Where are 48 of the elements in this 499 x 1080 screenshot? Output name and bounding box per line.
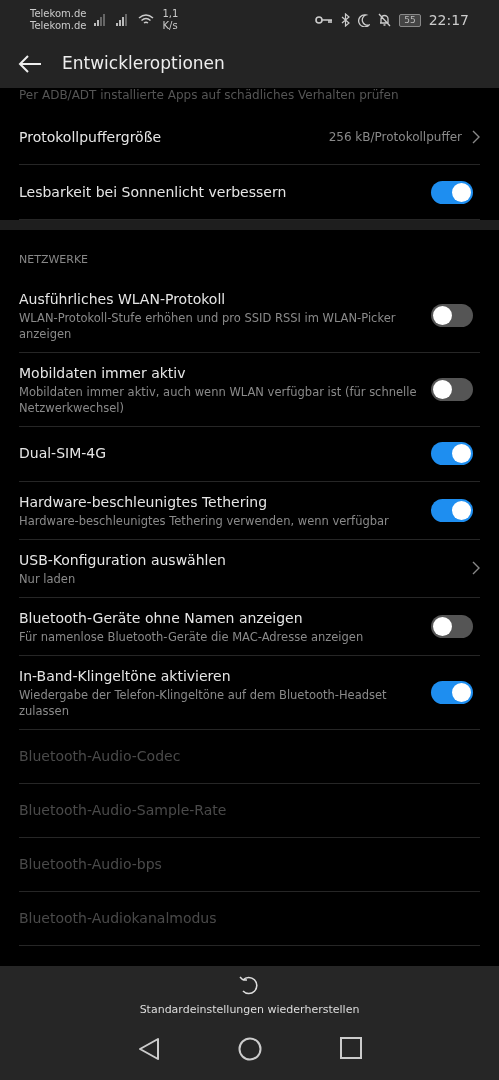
speed-label: K/s xyxy=(162,20,179,32)
setting-title: Bluetooth-Audiokanalmodus xyxy=(19,908,218,928)
toggle-switch[interactable] xyxy=(431,442,473,465)
setting-title: Bluetooth-Audio-Codec xyxy=(19,746,182,766)
key-icon xyxy=(315,15,334,25)
wifi-icon xyxy=(138,14,155,26)
setting-title[interactable]: Bluetooth-Geräte ohne Namen anzeigen xyxy=(19,607,421,629)
page-title: Entwickleroptionen xyxy=(62,52,225,76)
setting-value: 256 kB/Protokollpuffer xyxy=(328,129,462,146)
bell-muted-icon xyxy=(378,13,392,27)
toggle-switch[interactable] xyxy=(431,377,473,401)
setting-title[interactable]: Lesbarkeit bei Sonnenlicht verbessern xyxy=(19,181,421,203)
reset-label[interactable]: Standardeinstellungen wiederherstellen xyxy=(139,1002,360,1019)
toggle-switch[interactable] xyxy=(431,180,473,204)
back-icon[interactable] xyxy=(18,54,42,74)
clock-label: 22:17 xyxy=(428,10,469,30)
setting-subtitle: Nur laden xyxy=(19,570,77,587)
setting-subtitle: WLAN-Protokoll-Stufe erhöhen und pro SSID RSSI im WLAN-Picker anzeigen xyxy=(19,309,397,342)
bluetooth-icon xyxy=(341,13,351,27)
setting-title[interactable]: Ausführliches WLAN-Protokoll xyxy=(19,288,421,310)
setting-subtitle: Wiedergabe der Telefon-Klingeltöne auf dem Bluetooth-Headset zulassen xyxy=(19,686,388,719)
setting-title: Bluetooth-Audio-Sample-Rate xyxy=(19,800,228,820)
toggle-switch[interactable] xyxy=(431,303,473,327)
setting-title[interactable]: USB-Konfiguration auswählen xyxy=(19,549,462,571)
setting-title[interactable]: Hardware-beschleunigtes Tethering xyxy=(19,491,421,513)
toggle-switch[interactable] xyxy=(431,498,473,522)
carrier-label: Telekom.de xyxy=(30,8,87,20)
setting-title[interactable]: Dual-SIM-4G xyxy=(19,443,421,464)
section-heading: NETZWERKE xyxy=(18,252,90,268)
battery-icon: 55 xyxy=(399,13,421,27)
setting-subtitle: Hardware-beschleunigtes Tethering verwenden, wenn verfügbar xyxy=(19,512,390,529)
setting-subtitle: Für namenlose Bluetooth-Geräte die MAC-Adresse anzeigen xyxy=(19,628,365,645)
setting-title[interactable]: Protokollpuffergröße xyxy=(19,126,319,148)
moon-icon xyxy=(358,13,371,27)
setting-subtitle: Per ADB/ADT installierte Apps auf schädliches Verhalten prüfen xyxy=(19,88,399,102)
setting-title: Bluetooth-Audio-bps xyxy=(19,854,163,874)
setting-title[interactable]: Mobildaten immer aktiv xyxy=(19,362,421,384)
chevron-right-icon xyxy=(472,561,480,575)
toggle-switch[interactable] xyxy=(431,680,473,704)
speed-label: 1,1 xyxy=(162,8,179,20)
back-nav-icon[interactable] xyxy=(137,1036,160,1061)
home-nav-icon[interactable] xyxy=(237,1036,262,1061)
chevron-right-icon xyxy=(472,130,480,144)
carrier-label: Telekom.de xyxy=(30,20,87,32)
setting-title[interactable]: In-Band-Klingeltöne aktivieren xyxy=(19,665,421,687)
setting-subtitle: Mobildaten immer aktiv, auch wenn WLAN verfügbar ist (für schnelle Netzwerkwechsel) xyxy=(19,383,418,416)
toggle-switch[interactable] xyxy=(431,614,473,638)
recents-nav-icon[interactable] xyxy=(339,1036,362,1059)
